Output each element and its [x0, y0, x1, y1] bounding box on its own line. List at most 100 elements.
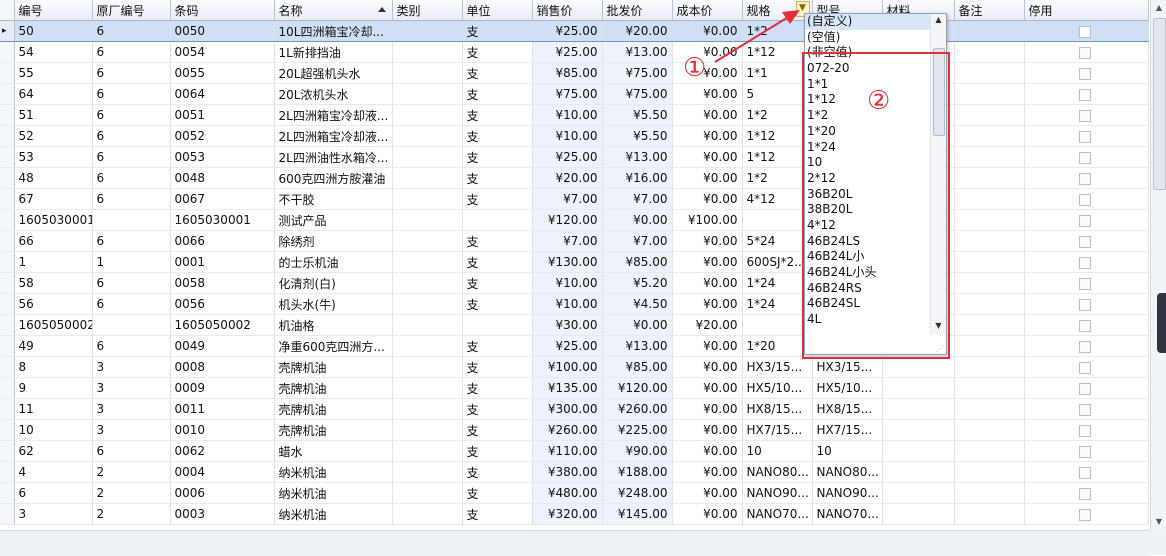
table-cell[interactable]: 支 — [462, 104, 533, 126]
table-cell[interactable]: ¥320.00 — [532, 503, 603, 525]
table-cell[interactable]: 6 — [92, 83, 171, 105]
table-cell[interactable]: ¥0.00 — [672, 20, 743, 42]
table-cell[interactable]: HX3/15... — [812, 356, 883, 378]
table-cell[interactable]: HX5/10... — [812, 377, 883, 399]
table-cell[interactable]: ¥0.00 — [672, 83, 743, 105]
table-cell[interactable]: ¥300.00 — [532, 398, 603, 420]
table-cell[interactable]: ¥16.00 — [602, 167, 673, 189]
table-cell[interactable]: 67 — [14, 188, 93, 210]
table-cell[interactable]: 62 — [14, 440, 93, 462]
table-row[interactable]: 49 6 0049 净重600克四洲方... 支 ¥25.00 ¥13.00 ¥0.00 1*2… — [0, 335, 1149, 357]
disabled-checkbox-cell[interactable] — [1024, 440, 1149, 462]
table-cell[interactable]: 0010 — [170, 419, 275, 441]
table-cell[interactable] — [392, 335, 463, 357]
table-cell[interactable]: 8 — [14, 356, 93, 378]
table-cell[interactable] — [392, 461, 463, 483]
row-indicator[interactable] — [0, 146, 15, 168]
table-cell[interactable]: 除绣剂 — [274, 230, 393, 252]
table-cell[interactable]: 0051 — [170, 104, 275, 126]
table-cell[interactable]: NANO70... — [742, 503, 813, 525]
table-cell[interactable]: ¥480.00 — [532, 482, 603, 504]
table-cell[interactable] — [392, 419, 463, 441]
table-cell[interactable]: ¥0.00 — [672, 461, 743, 483]
table-cell[interactable]: 净重600克四洲方... — [274, 335, 393, 357]
table-cell[interactable]: ¥0.00 — [672, 188, 743, 210]
table-cell[interactable]: 2 — [92, 461, 171, 483]
table-cell[interactable]: ¥7.00 — [532, 188, 603, 210]
disabled-checkbox-cell[interactable] — [1024, 146, 1149, 168]
table-cell[interactable] — [392, 167, 463, 189]
table-cell[interactable]: 1L新排挡油 — [274, 41, 393, 63]
table-cell[interactable]: 0064 — [170, 83, 275, 105]
table-cell[interactable]: ¥0.00 — [602, 209, 673, 231]
disabled-checkbox-cell[interactable] — [1024, 398, 1149, 420]
table-cell[interactable]: 支 — [462, 356, 533, 378]
table-cell[interactable]: 10 — [742, 440, 813, 462]
row-indicator[interactable] — [0, 293, 15, 315]
table-cell[interactable] — [392, 230, 463, 252]
table-cell[interactable] — [954, 167, 1025, 189]
disabled-checkbox-cell[interactable] — [1024, 83, 1149, 105]
column-header[interactable]: 批发价 — [602, 0, 673, 21]
column-header[interactable]: 备注 — [954, 0, 1025, 21]
table-cell[interactable]: 机头水(牛) — [274, 293, 393, 315]
table-cell[interactable]: ¥0.00 — [672, 272, 743, 294]
table-cell[interactable]: HX5/10... — [742, 377, 813, 399]
table-cell[interactable] — [954, 314, 1025, 336]
table-cell[interactable]: 0011 — [170, 398, 275, 420]
table-cell[interactable]: 蜡水 — [274, 440, 393, 462]
table-cell[interactable]: ¥13.00 — [602, 335, 673, 357]
disabled-checkbox[interactable] — [1078, 151, 1091, 164]
table-cell[interactable] — [392, 41, 463, 63]
table-cell[interactable]: NANO80... — [742, 461, 813, 483]
table-cell[interactable]: ¥0.00 — [672, 503, 743, 525]
table-cell[interactable]: 4 — [14, 461, 93, 483]
table-row[interactable]: 1605030001 1605030001 测试产品 ¥120.00 ¥0.00 ¥100… — [0, 209, 1149, 231]
column-header[interactable]: 单位 — [462, 0, 533, 21]
table-cell[interactable]: 6 — [92, 62, 171, 84]
table-cell[interactable]: ¥25.00 — [532, 20, 603, 42]
table-cell[interactable]: 0008 — [170, 356, 275, 378]
vertical-scrollbar[interactable]: ▲ ▼ — [1150, 0, 1166, 530]
column-header[interactable]: 停用 — [1024, 0, 1149, 21]
table-cell[interactable]: 0048 — [170, 167, 275, 189]
table-cell[interactable]: 0004 — [170, 461, 275, 483]
row-indicator[interactable] — [0, 314, 15, 336]
table-cell[interactable]: 64 — [14, 83, 93, 105]
table-cell[interactable] — [954, 293, 1025, 315]
table-cell[interactable]: 支 — [462, 83, 533, 105]
table-cell[interactable] — [954, 440, 1025, 462]
disabled-checkbox[interactable] — [1078, 403, 1091, 416]
table-row[interactable]: 53 6 0053 2L四洲油性水箱冷... 支 ¥25.00 ¥13.00 ¥0.00 1*1… — [0, 146, 1149, 168]
table-cell[interactable]: 支 — [462, 335, 533, 357]
disabled-checkbox-cell[interactable] — [1024, 251, 1149, 273]
table-cell[interactable]: ¥0.00 — [672, 293, 743, 315]
table-cell[interactable]: ¥260.00 — [532, 419, 603, 441]
disabled-checkbox[interactable] — [1078, 487, 1091, 500]
table-cell[interactable] — [954, 419, 1025, 441]
table-row[interactable]: 8 3 0008 壳牌机油支 ¥100.00 ¥85.00 ¥0.00 HX3/15... HX… — [0, 356, 1149, 378]
table-cell[interactable]: 支 — [462, 167, 533, 189]
table-cell[interactable]: HX8/15... — [742, 398, 813, 420]
table-row[interactable]: 4 2 0004 纳米机油支 ¥380.00 ¥188.00 ¥0.00 NANO80... N… — [0, 461, 1149, 483]
row-indicator[interactable] — [0, 335, 15, 357]
table-cell[interactable]: 0055 — [170, 62, 275, 84]
disabled-checkbox[interactable] — [1078, 67, 1091, 80]
table-cell[interactable]: 0001 — [170, 251, 275, 273]
table-cell[interactable]: 0053 — [170, 146, 275, 168]
row-indicator[interactable] — [0, 230, 15, 252]
table-cell[interactable] — [882, 461, 955, 483]
table-cell[interactable]: 10 — [812, 440, 883, 462]
table-cell[interactable]: 纳米机油 — [274, 482, 393, 504]
table-cell[interactable]: 1605050002 — [170, 314, 275, 336]
table-cell[interactable]: ¥10.00 — [532, 104, 603, 126]
disabled-checkbox[interactable] — [1078, 445, 1091, 458]
table-cell[interactable]: ¥248.00 — [602, 482, 673, 504]
table-cell[interactable]: 1605030001 — [170, 209, 275, 231]
table-cell[interactable]: 6 — [92, 125, 171, 147]
table-cell[interactable]: ¥100.00 — [532, 356, 603, 378]
table-cell[interactable]: 支 — [462, 398, 533, 420]
disabled-checkbox-cell[interactable] — [1024, 209, 1149, 231]
table-cell[interactable]: ¥90.00 — [602, 440, 673, 462]
table-row[interactable]: 52 6 0052 2L四洲箱宝冷却液... 支 ¥10.00 ¥5.50 ¥0.00 1*12 — [0, 125, 1149, 147]
